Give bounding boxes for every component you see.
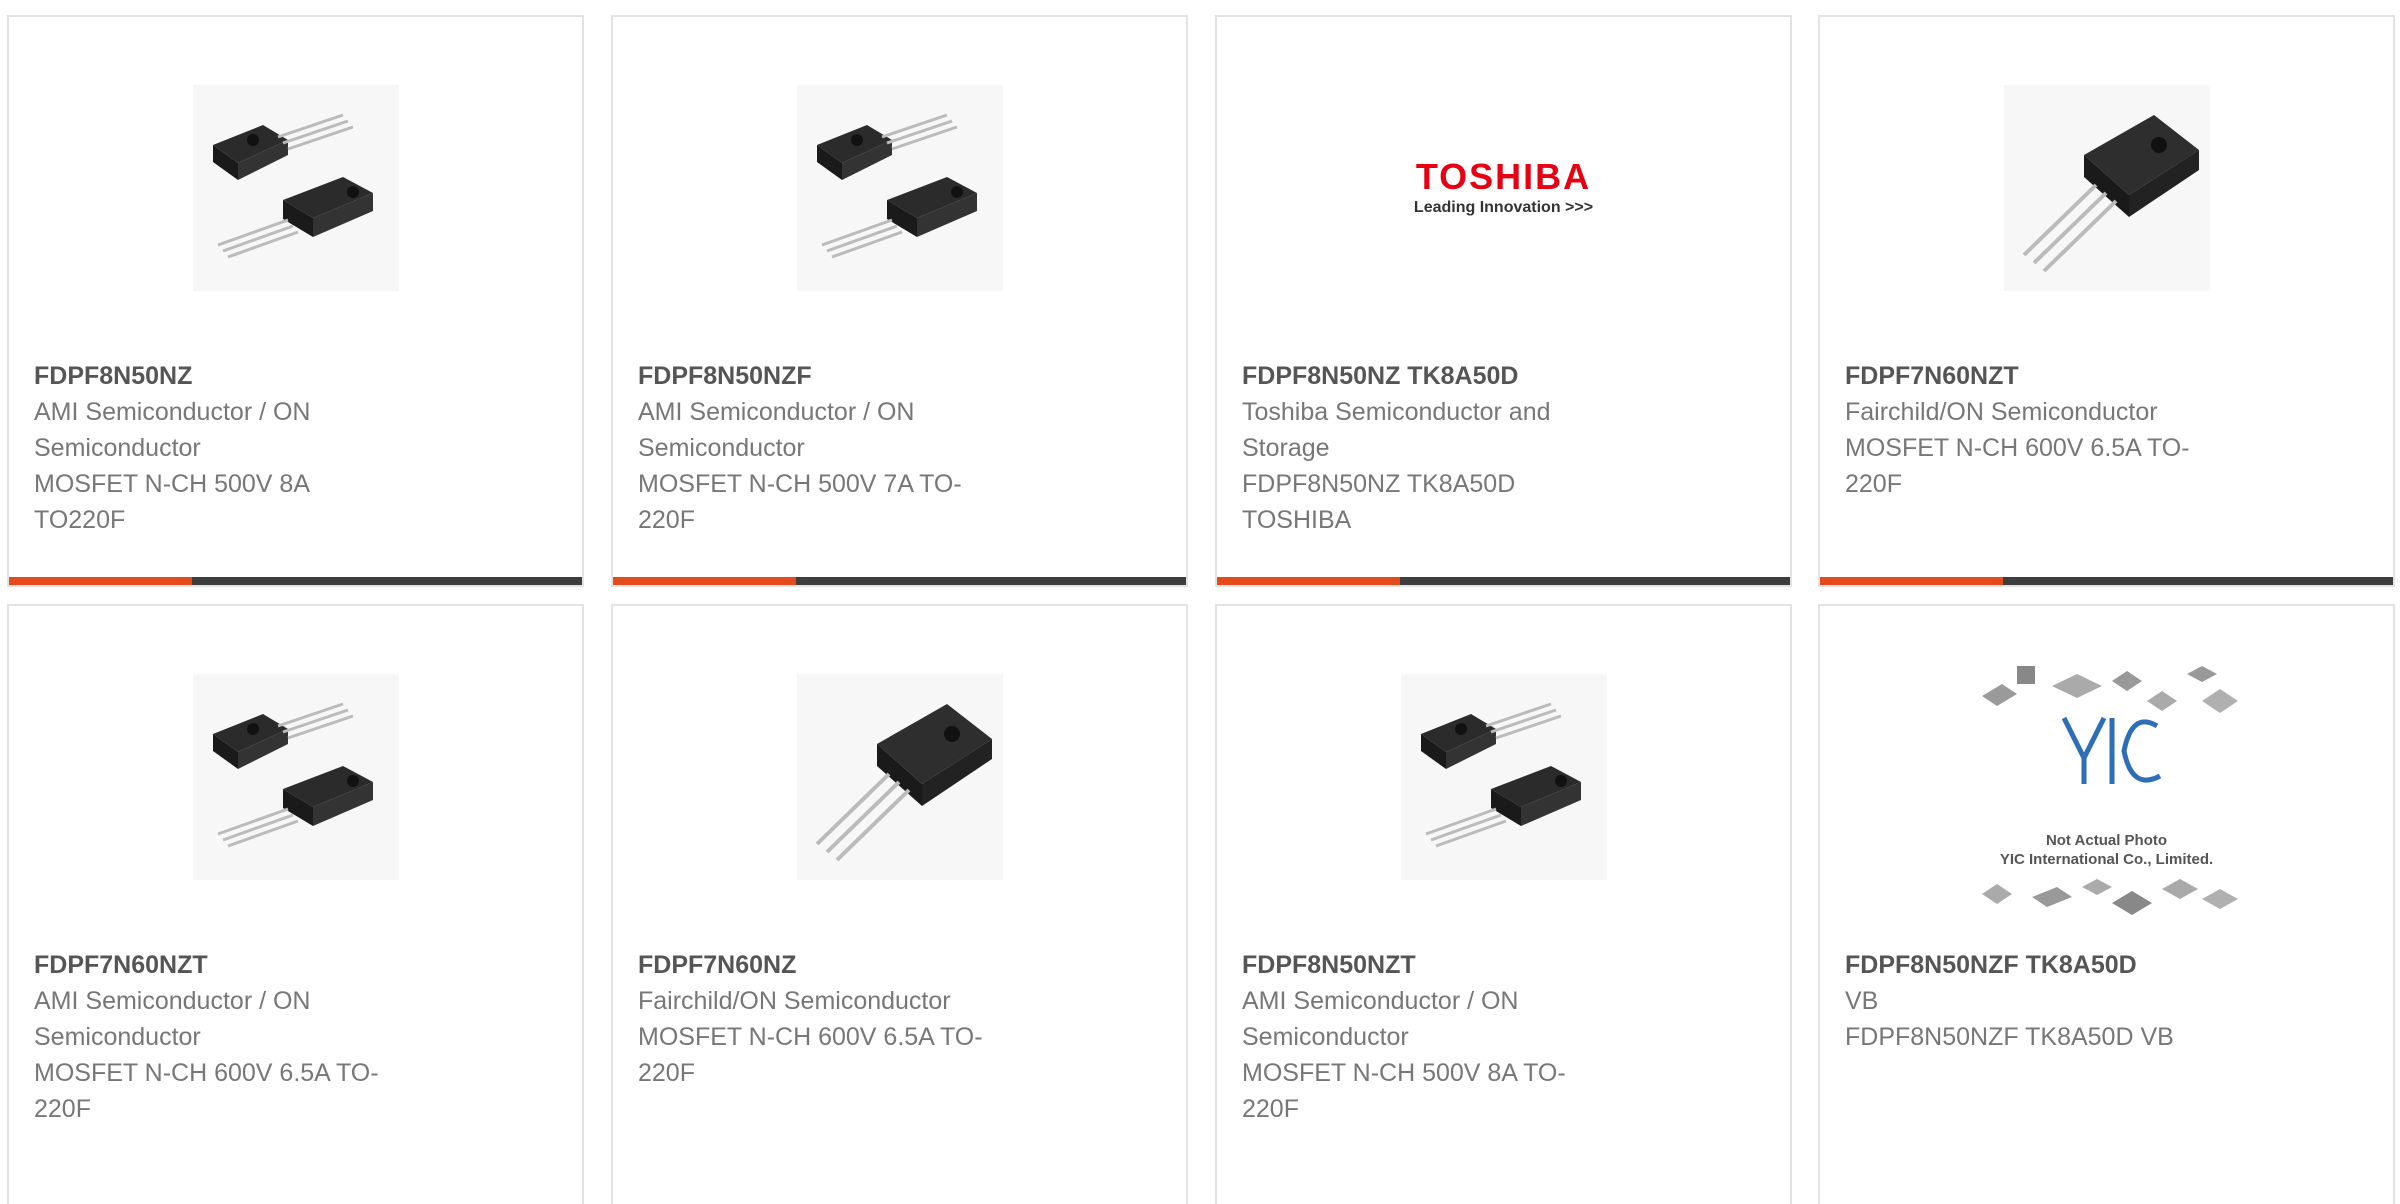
description-line: 220F bbox=[1845, 470, 1902, 498]
product-info: FDPF8N50NZF TK8A50D VB FDPF8N50NZF TK8A5… bbox=[1845, 947, 2235, 1055]
description-line: FDPF8N50NZ TK8A50D bbox=[1242, 470, 1516, 498]
description-line: MOSFET N-CH 500V 8A TO- bbox=[1242, 1059, 1566, 1087]
transistor-pair-icon bbox=[192, 674, 399, 880]
part-number[interactable]: FDPF7N60NZT bbox=[34, 947, 424, 983]
product-image[interactable] bbox=[192, 85, 399, 291]
description-line: 220F bbox=[638, 1059, 695, 1087]
product-card[interactable]: TOSHIBA Leading Innovation >>> FDPF8N50N… bbox=[1215, 15, 1792, 587]
product-card[interactable]: FDPF8N50NZT AMI Semiconductor / ON Semic… bbox=[1215, 604, 1792, 1204]
manufacturer-line: AMI Semiconductor / ON bbox=[34, 987, 311, 1015]
manufacturer-line: VB bbox=[1845, 987, 1879, 1015]
card-accent bbox=[1820, 577, 2003, 585]
manufacturer-line: Toshiba Semiconductor and bbox=[1242, 398, 1551, 426]
logo-tagline: Leading Innovation >>> bbox=[1413, 199, 1594, 216]
chip-row-icon bbox=[1981, 879, 2238, 915]
toshiba-logo: TOSHIBA Leading Innovation >>> bbox=[1414, 159, 1593, 217]
manufacturer-line: Fairchild/ON Semiconductor bbox=[1845, 398, 2158, 426]
placeholder-note-2: YIC International Co., Limited. bbox=[1999, 851, 2214, 868]
card-progress-bar bbox=[9, 577, 582, 585]
manufacturer-line: Storage bbox=[1242, 434, 1330, 462]
product-info: FDPF8N50NZT AMI Semiconductor / ON Semic… bbox=[1242, 947, 1632, 1127]
description-line: MOSFET N-CH 600V 6.5A TO- bbox=[34, 1059, 379, 1087]
manufacturer-line: Semiconductor bbox=[638, 434, 805, 462]
product-info: FDPF7N60NZT Fairchild/ON Semiconductor M… bbox=[1845, 358, 2235, 502]
chip-collage-icon bbox=[1981, 666, 2238, 784]
product-info: FDPF7N60NZ Fairchild/ON Semiconductor MO… bbox=[638, 947, 1028, 1091]
part-number[interactable]: FDPF8N50NZF bbox=[638, 358, 1028, 394]
product-image[interactable] bbox=[192, 674, 399, 880]
part-number[interactable]: FDPF8N50NZT bbox=[1242, 947, 1632, 983]
manufacturer-line: AMI Semiconductor / ON bbox=[1242, 987, 1519, 1015]
description-line: TOSHIBA bbox=[1242, 506, 1352, 534]
product-image[interactable]: Not Actual Photo YIC International Co., … bbox=[1962, 666, 2252, 915]
product-image[interactable] bbox=[796, 674, 1003, 880]
manufacturer-line: Fairchild/ON Semiconductor bbox=[638, 987, 951, 1015]
manufacturer-line: AMI Semiconductor / ON bbox=[638, 398, 915, 426]
product-info: FDPF8N50NZF AMI Semiconductor / ON Semic… bbox=[638, 358, 1028, 538]
product-info: FDPF8N50NZ AMI Semiconductor / ON Semico… bbox=[34, 358, 424, 538]
card-accent bbox=[613, 577, 796, 585]
card-progress-bar bbox=[613, 577, 1186, 585]
manufacturer-line: Semiconductor bbox=[1242, 1023, 1409, 1051]
transistor-icon bbox=[796, 674, 1003, 880]
card-accent bbox=[1217, 577, 1400, 585]
manufacturer-line: Semiconductor bbox=[34, 434, 201, 462]
product-image[interactable]: TOSHIBA Leading Innovation >>> bbox=[1401, 85, 1607, 291]
description-line: MOSFET N-CH 600V 6.5A TO- bbox=[1845, 434, 2190, 462]
product-card[interactable]: FDPF8N50NZ AMI Semiconductor / ON Semico… bbox=[7, 15, 584, 587]
product-info: FDPF7N60NZT AMI Semiconductor / ON Semic… bbox=[34, 947, 424, 1127]
transistor-pair-icon bbox=[1400, 674, 1607, 880]
manufacturer-line: AMI Semiconductor / ON bbox=[34, 398, 311, 426]
description-line: 220F bbox=[638, 506, 695, 534]
description-line: TO220F bbox=[34, 506, 126, 534]
product-image[interactable] bbox=[2003, 85, 2210, 291]
part-number[interactable]: FDPF7N60NZT bbox=[1845, 358, 2235, 394]
description-line: 220F bbox=[1242, 1095, 1299, 1123]
yic-placeholder-image: Not Actual Photo YIC International Co., … bbox=[1962, 656, 2252, 924]
product-info: FDPF8N50NZ TK8A50D Toshiba Semiconductor… bbox=[1242, 358, 1632, 538]
product-card[interactable]: FDPF7N60NZT Fairchild/ON Semiconductor M… bbox=[1818, 15, 2395, 587]
part-number[interactable]: FDPF7N60NZ bbox=[638, 947, 1028, 983]
transistor-icon bbox=[2003, 85, 2210, 291]
card-progress-bar bbox=[1820, 577, 2393, 585]
part-number[interactable]: FDPF8N50NZF TK8A50D bbox=[1845, 947, 2235, 983]
description-line: MOSFET N-CH 500V 7A TO- bbox=[638, 470, 962, 498]
product-image[interactable] bbox=[796, 85, 1003, 291]
card-progress-bar bbox=[1217, 577, 1790, 585]
card-accent bbox=[9, 577, 192, 585]
transistor-pair-icon bbox=[796, 85, 1003, 291]
description-line: 220F bbox=[34, 1095, 91, 1123]
description-line: FDPF8N50NZF TK8A50D VB bbox=[1845, 1023, 2174, 1051]
part-number[interactable]: FDPF8N50NZ bbox=[34, 358, 424, 394]
part-number[interactable]: FDPF8N50NZ TK8A50D bbox=[1242, 358, 1632, 394]
logo-wordmark: TOSHIBA bbox=[1415, 156, 1592, 197]
transistor-pair-icon bbox=[192, 85, 399, 291]
product-image[interactable] bbox=[1400, 674, 1607, 880]
manufacturer-line: Semiconductor bbox=[34, 1023, 201, 1051]
product-card[interactable]: FDPF8N50NZF AMI Semiconductor / ON Semic… bbox=[611, 15, 1188, 587]
description-line: MOSFET N-CH 600V 6.5A TO- bbox=[638, 1023, 983, 1051]
product-card[interactable]: FDPF7N60NZ Fairchild/ON Semiconductor MO… bbox=[611, 604, 1188, 1204]
product-card[interactable]: FDPF7N60NZT AMI Semiconductor / ON Semic… bbox=[7, 604, 584, 1204]
product-grid: FDPF8N50NZ AMI Semiconductor / ON Semico… bbox=[0, 0, 2400, 1204]
product-card[interactable]: Not Actual Photo YIC International Co., … bbox=[1818, 604, 2395, 1204]
placeholder-note-1: Not Actual Photo bbox=[2045, 832, 2168, 849]
description-line: MOSFET N-CH 500V 8A bbox=[34, 470, 311, 498]
